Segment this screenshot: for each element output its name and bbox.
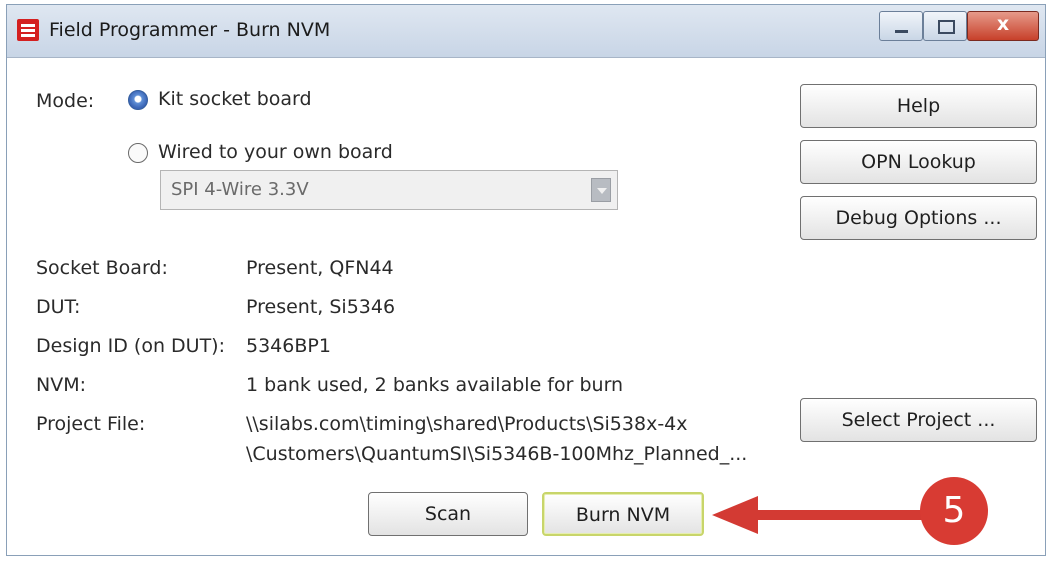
mode-label: Mode: bbox=[36, 90, 95, 112]
annotation-arrow-head bbox=[712, 496, 758, 534]
nvm-label: NVM: bbox=[36, 374, 87, 396]
project-file-label: Project File: bbox=[36, 413, 146, 435]
select-project-button[interactable]: Select Project ... bbox=[800, 398, 1037, 442]
wired-own-board-label[interactable]: Wired to your own board bbox=[158, 141, 393, 163]
project-file-path-line2: \Customers\QuantumSI\Si5346B-100Mhz_Plan… bbox=[246, 443, 748, 465]
help-button[interactable]: Help bbox=[800, 84, 1037, 128]
close-button[interactable]: x bbox=[967, 11, 1039, 41]
nvm-value: 1 bank used, 2 banks available for burn bbox=[246, 374, 624, 396]
app-icon bbox=[17, 19, 39, 41]
interface-select-value: SPI 4-Wire 3.3V bbox=[171, 179, 309, 200]
dropdown-arrow-icon[interactable] bbox=[591, 178, 611, 202]
design-id-value: 5346BP1 bbox=[246, 335, 331, 357]
step-number-badge: 5 bbox=[920, 477, 988, 545]
dut-label: DUT: bbox=[36, 296, 81, 318]
window-title: Field Programmer - Burn NVM bbox=[49, 19, 331, 41]
radio-wired-own-board[interactable] bbox=[128, 143, 148, 163]
dut-value: Present, Si5346 bbox=[246, 296, 396, 318]
title-bar: Field Programmer - Burn NVM x bbox=[7, 5, 1045, 58]
project-file-path-line1: \\silabs.com\timing\shared\Products\Si53… bbox=[246, 413, 688, 435]
scan-button[interactable]: Scan bbox=[368, 492, 528, 536]
design-id-label: Design ID (on DUT): bbox=[36, 335, 225, 357]
interface-select[interactable]: SPI 4-Wire 3.3V bbox=[160, 170, 618, 210]
opn-lookup-button[interactable]: OPN Lookup bbox=[800, 140, 1037, 184]
annotation-arrow-shaft bbox=[756, 510, 922, 520]
close-icon: x bbox=[996, 13, 1010, 35]
radio-kit-socket-board[interactable] bbox=[128, 90, 148, 110]
socket-board-value: Present, QFN44 bbox=[246, 257, 394, 279]
burn-nvm-button[interactable]: Burn NVM bbox=[542, 492, 704, 536]
kit-socket-board-label[interactable]: Kit socket board bbox=[158, 88, 312, 110]
minimize-button[interactable] bbox=[879, 11, 923, 41]
maximize-button[interactable] bbox=[923, 11, 967, 41]
debug-options-button[interactable]: Debug Options ... bbox=[800, 196, 1037, 240]
socket-board-label: Socket Board: bbox=[36, 257, 168, 279]
